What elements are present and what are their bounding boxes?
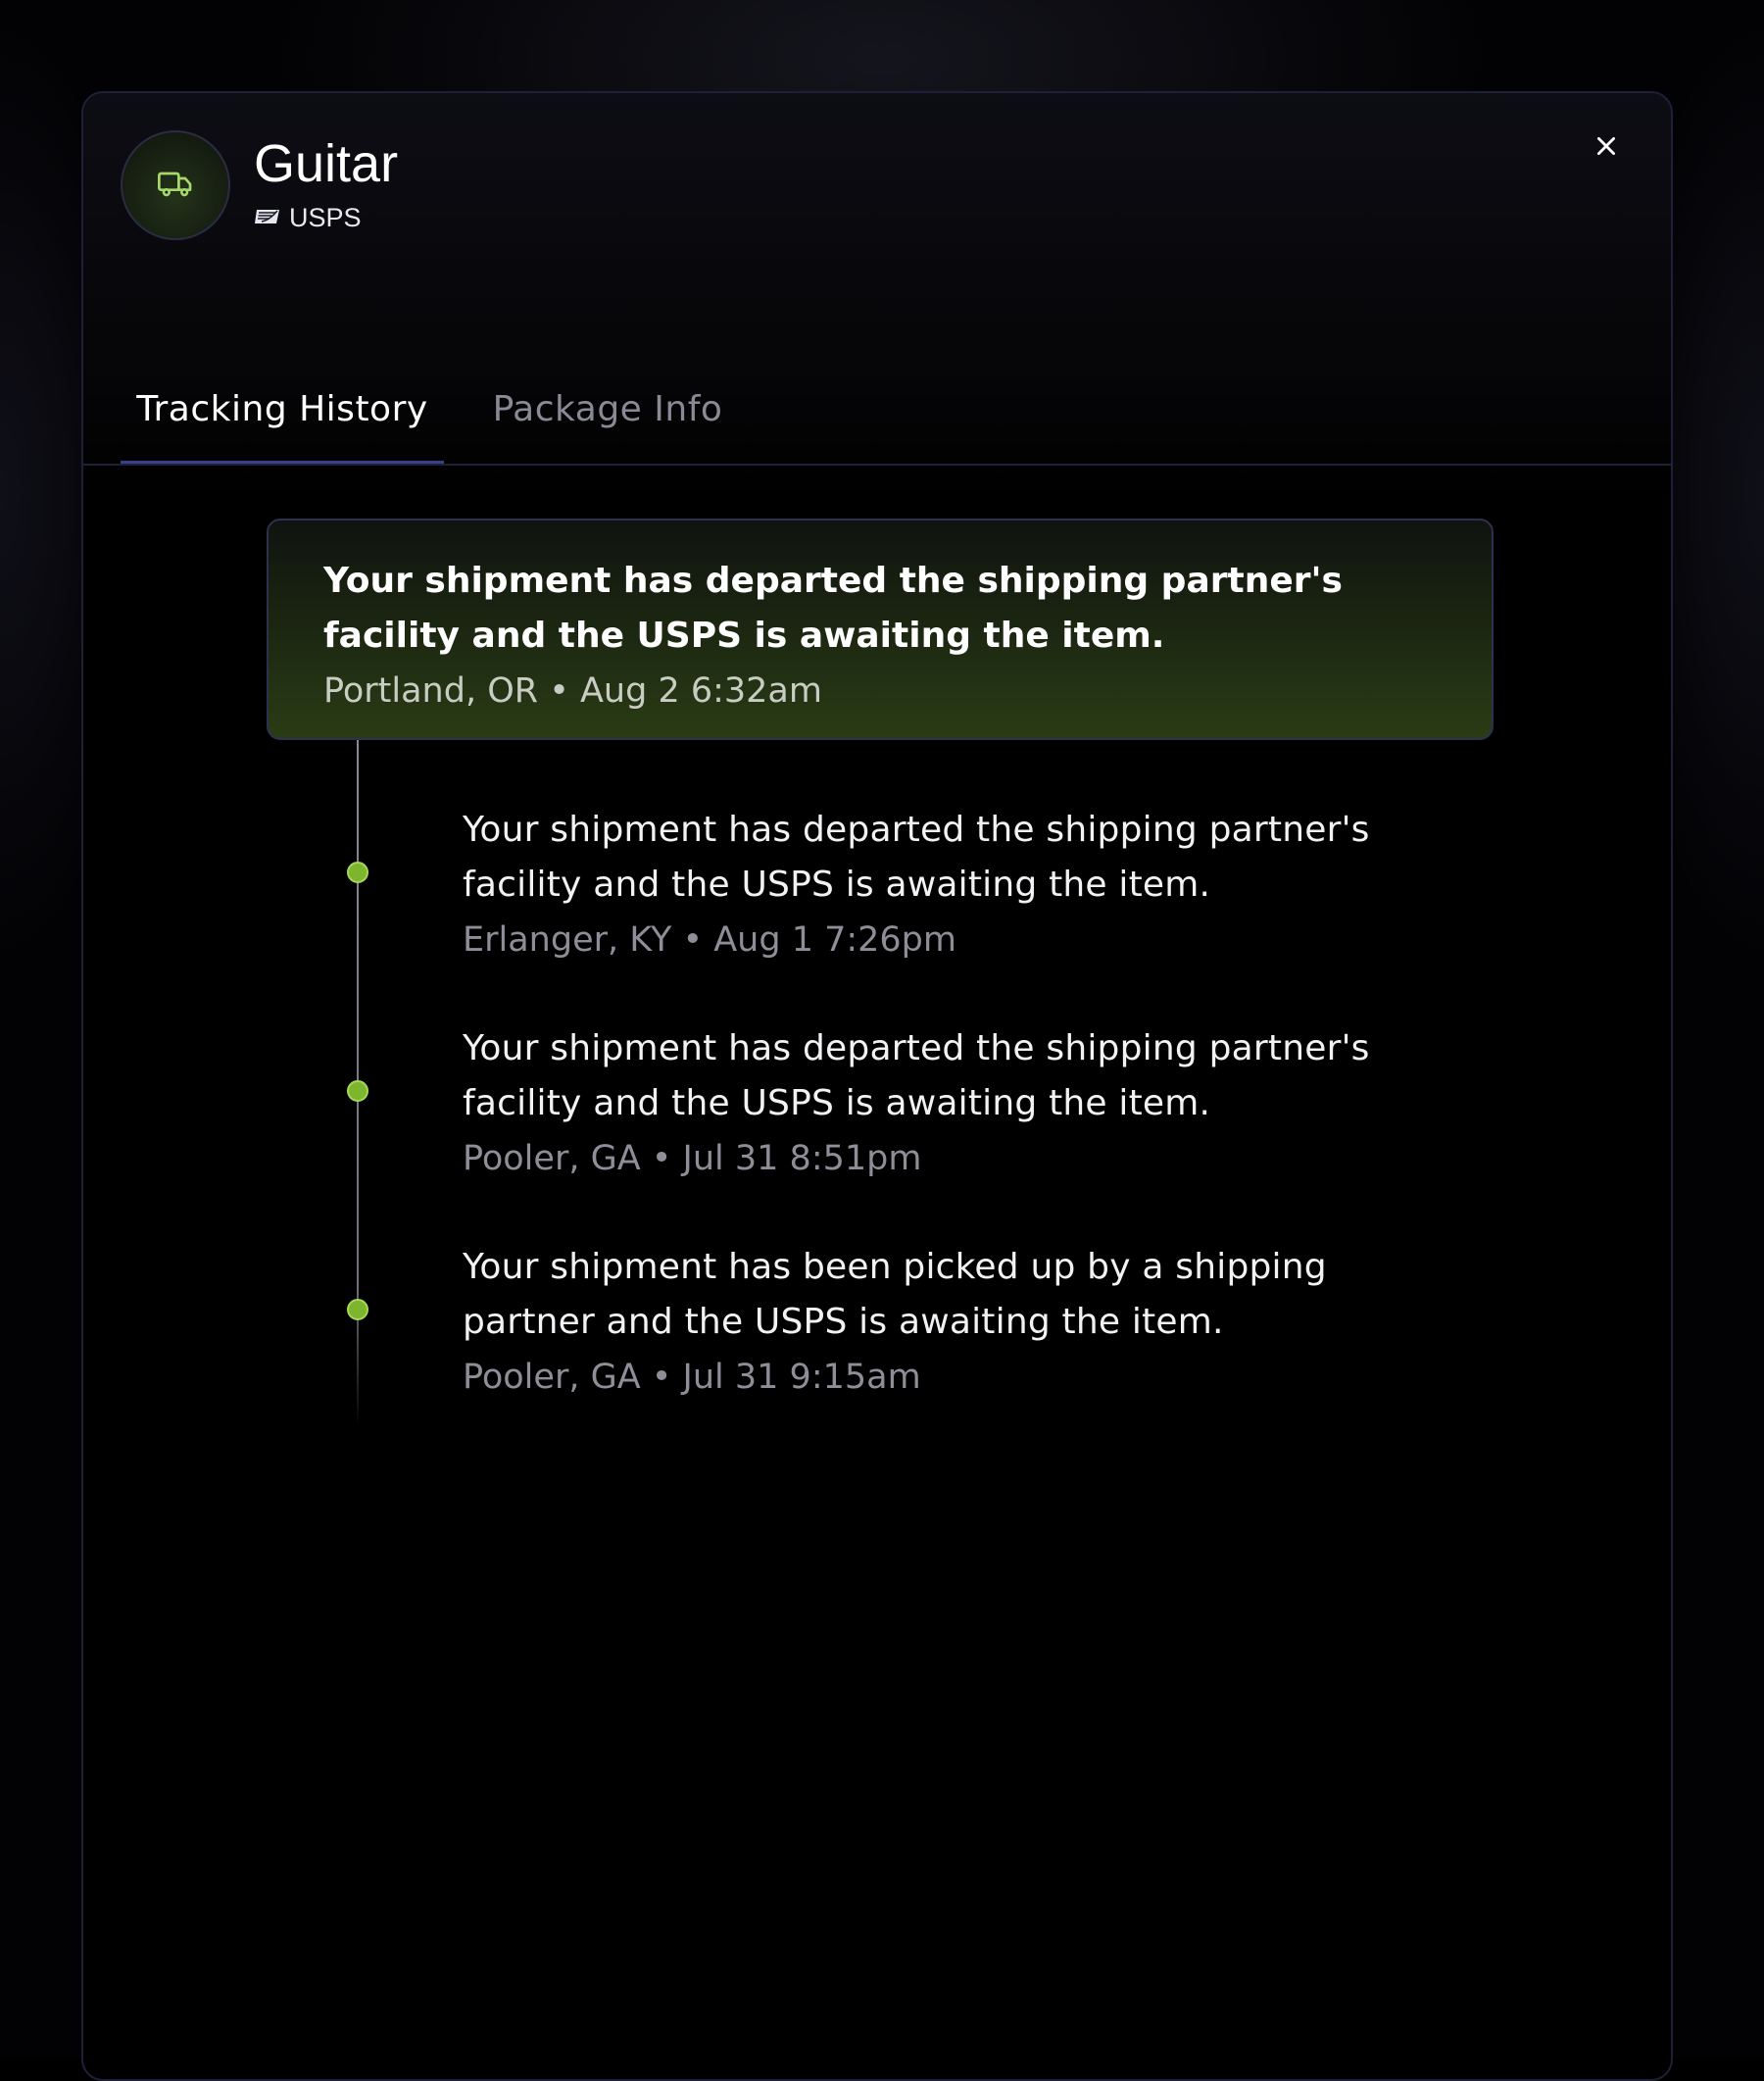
event-meta: Pooler, GA • Jul 31 8:51pm [463,1139,922,1178]
close-button[interactable] [1587,128,1626,168]
usps-logo-icon [254,203,281,233]
package-avatar [121,130,230,240]
tab-bar: Tracking History Package Info [83,356,1671,466]
latest-status-meta: Portland, OR • Aug 2 6:32am [323,671,822,711]
timeline-dot [347,862,368,883]
tracking-timeline: Your shipment has departed the shipping … [267,519,1494,1426]
tab-package-info[interactable]: Package Info [475,356,740,462]
timeline-dot [347,1080,368,1102]
carrier-name: USPS [289,203,362,232]
package-title: Guitar [254,134,399,193]
carrier-label: USPS [254,203,362,233]
timeline-dot [347,1299,368,1320]
latest-status-description: Your shipment has departed the shipping … [323,561,1343,656]
close-icon [1593,133,1619,163]
event-description: Your shipment has departed the shipping … [463,810,1370,905]
latest-status-card: Your shipment has departed the shipping … [267,519,1494,740]
modal-header: Guitar USPS [83,93,1671,250]
event-description: Your shipment has departed the shipping … [463,1028,1370,1123]
event-meta: Erlanger, KY • Aug 1 7:26pm [463,920,956,960]
event-description: Your shipment has been picked up by a sh… [463,1247,1327,1342]
tab-tracking-history[interactable]: Tracking History [121,356,444,464]
package-detail-modal: Guitar USPS Tracking History Package Inf… [81,91,1673,2081]
truck-icon [156,164,195,207]
event-meta: Pooler, GA • Jul 31 9:15am [463,1358,921,1397]
